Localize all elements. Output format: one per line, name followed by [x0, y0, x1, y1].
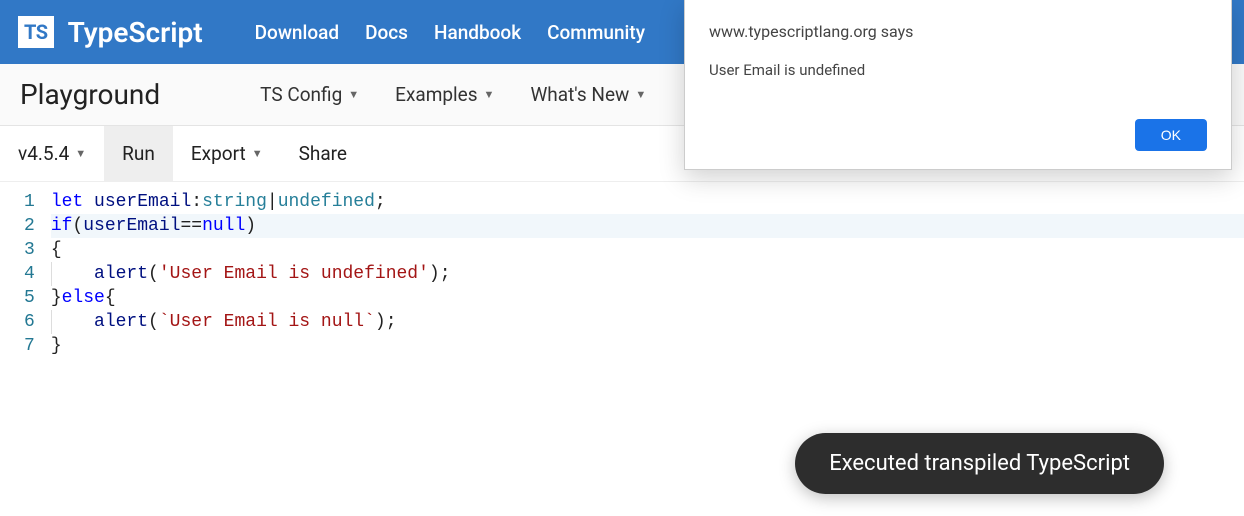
- line-number: 2: [24, 214, 35, 238]
- chevron-down-icon: ▼: [484, 88, 495, 101]
- ok-button[interactable]: OK: [1135, 119, 1207, 151]
- alert-dialog: www.typescriptlang.org says User Email i…: [684, 0, 1232, 170]
- code-line: }else{: [51, 286, 1244, 310]
- nav-links: Download Docs Handbook Community: [255, 21, 645, 44]
- whatsnew-label: What's New: [530, 83, 629, 106]
- chevron-down-icon: ▼: [252, 147, 263, 160]
- export-dropdown[interactable]: Export ▼: [173, 126, 281, 181]
- logo-icon: TS: [18, 16, 54, 48]
- code-editor[interactable]: 1 2 3 4 5 6 7 let userEmail:string|undef…: [0, 182, 1244, 358]
- line-number: 7: [24, 334, 35, 358]
- examples-dropdown[interactable]: Examples ▼: [395, 83, 494, 106]
- line-number: 4: [24, 262, 35, 286]
- export-label: Export: [191, 142, 246, 165]
- line-gutter: 1 2 3 4 5 6 7: [0, 190, 51, 358]
- page-title: Playground: [20, 78, 160, 111]
- share-button[interactable]: Share: [281, 126, 365, 181]
- version-label: v4.5.4: [18, 142, 69, 165]
- code-line: {: [51, 238, 1244, 262]
- nav-download[interactable]: Download: [255, 21, 339, 44]
- chevron-down-icon: ▼: [75, 147, 86, 160]
- dialog-message: User Email is undefined: [709, 61, 1207, 79]
- version-dropdown[interactable]: v4.5.4 ▼: [18, 126, 104, 181]
- line-number: 5: [24, 286, 35, 310]
- tsconfig-label: TS Config: [260, 83, 342, 106]
- whatsnew-dropdown[interactable]: What's New ▼: [530, 83, 646, 106]
- run-button[interactable]: Run: [104, 126, 173, 181]
- code-line: alert(`User Email is null`);: [51, 310, 1244, 334]
- nav-community[interactable]: Community: [547, 21, 645, 44]
- line-number: 3: [24, 238, 35, 262]
- code-line: }: [51, 334, 1244, 358]
- nav-docs[interactable]: Docs: [365, 21, 408, 44]
- examples-label: Examples: [395, 83, 477, 106]
- nav-handbook[interactable]: Handbook: [434, 21, 521, 44]
- dialog-actions: OK: [709, 119, 1207, 151]
- chevron-down-icon: ▼: [635, 88, 646, 101]
- chevron-down-icon: ▼: [348, 88, 359, 101]
- tsconfig-dropdown[interactable]: TS Config ▼: [260, 83, 359, 106]
- execution-toast: Executed transpiled TypeScript: [795, 433, 1164, 494]
- code-line: alert('User Email is undefined');: [51, 262, 1244, 286]
- code-line: if(userEmail==null): [51, 214, 1244, 238]
- code-line: let userEmail:string|undefined;: [51, 190, 1244, 214]
- code-content[interactable]: let userEmail:string|undefined; if(userE…: [51, 190, 1244, 358]
- dialog-origin: www.typescriptlang.org says: [709, 22, 1207, 41]
- line-number: 1: [24, 190, 35, 214]
- line-number: 6: [24, 310, 35, 334]
- logo-text[interactable]: TypeScript: [68, 16, 203, 49]
